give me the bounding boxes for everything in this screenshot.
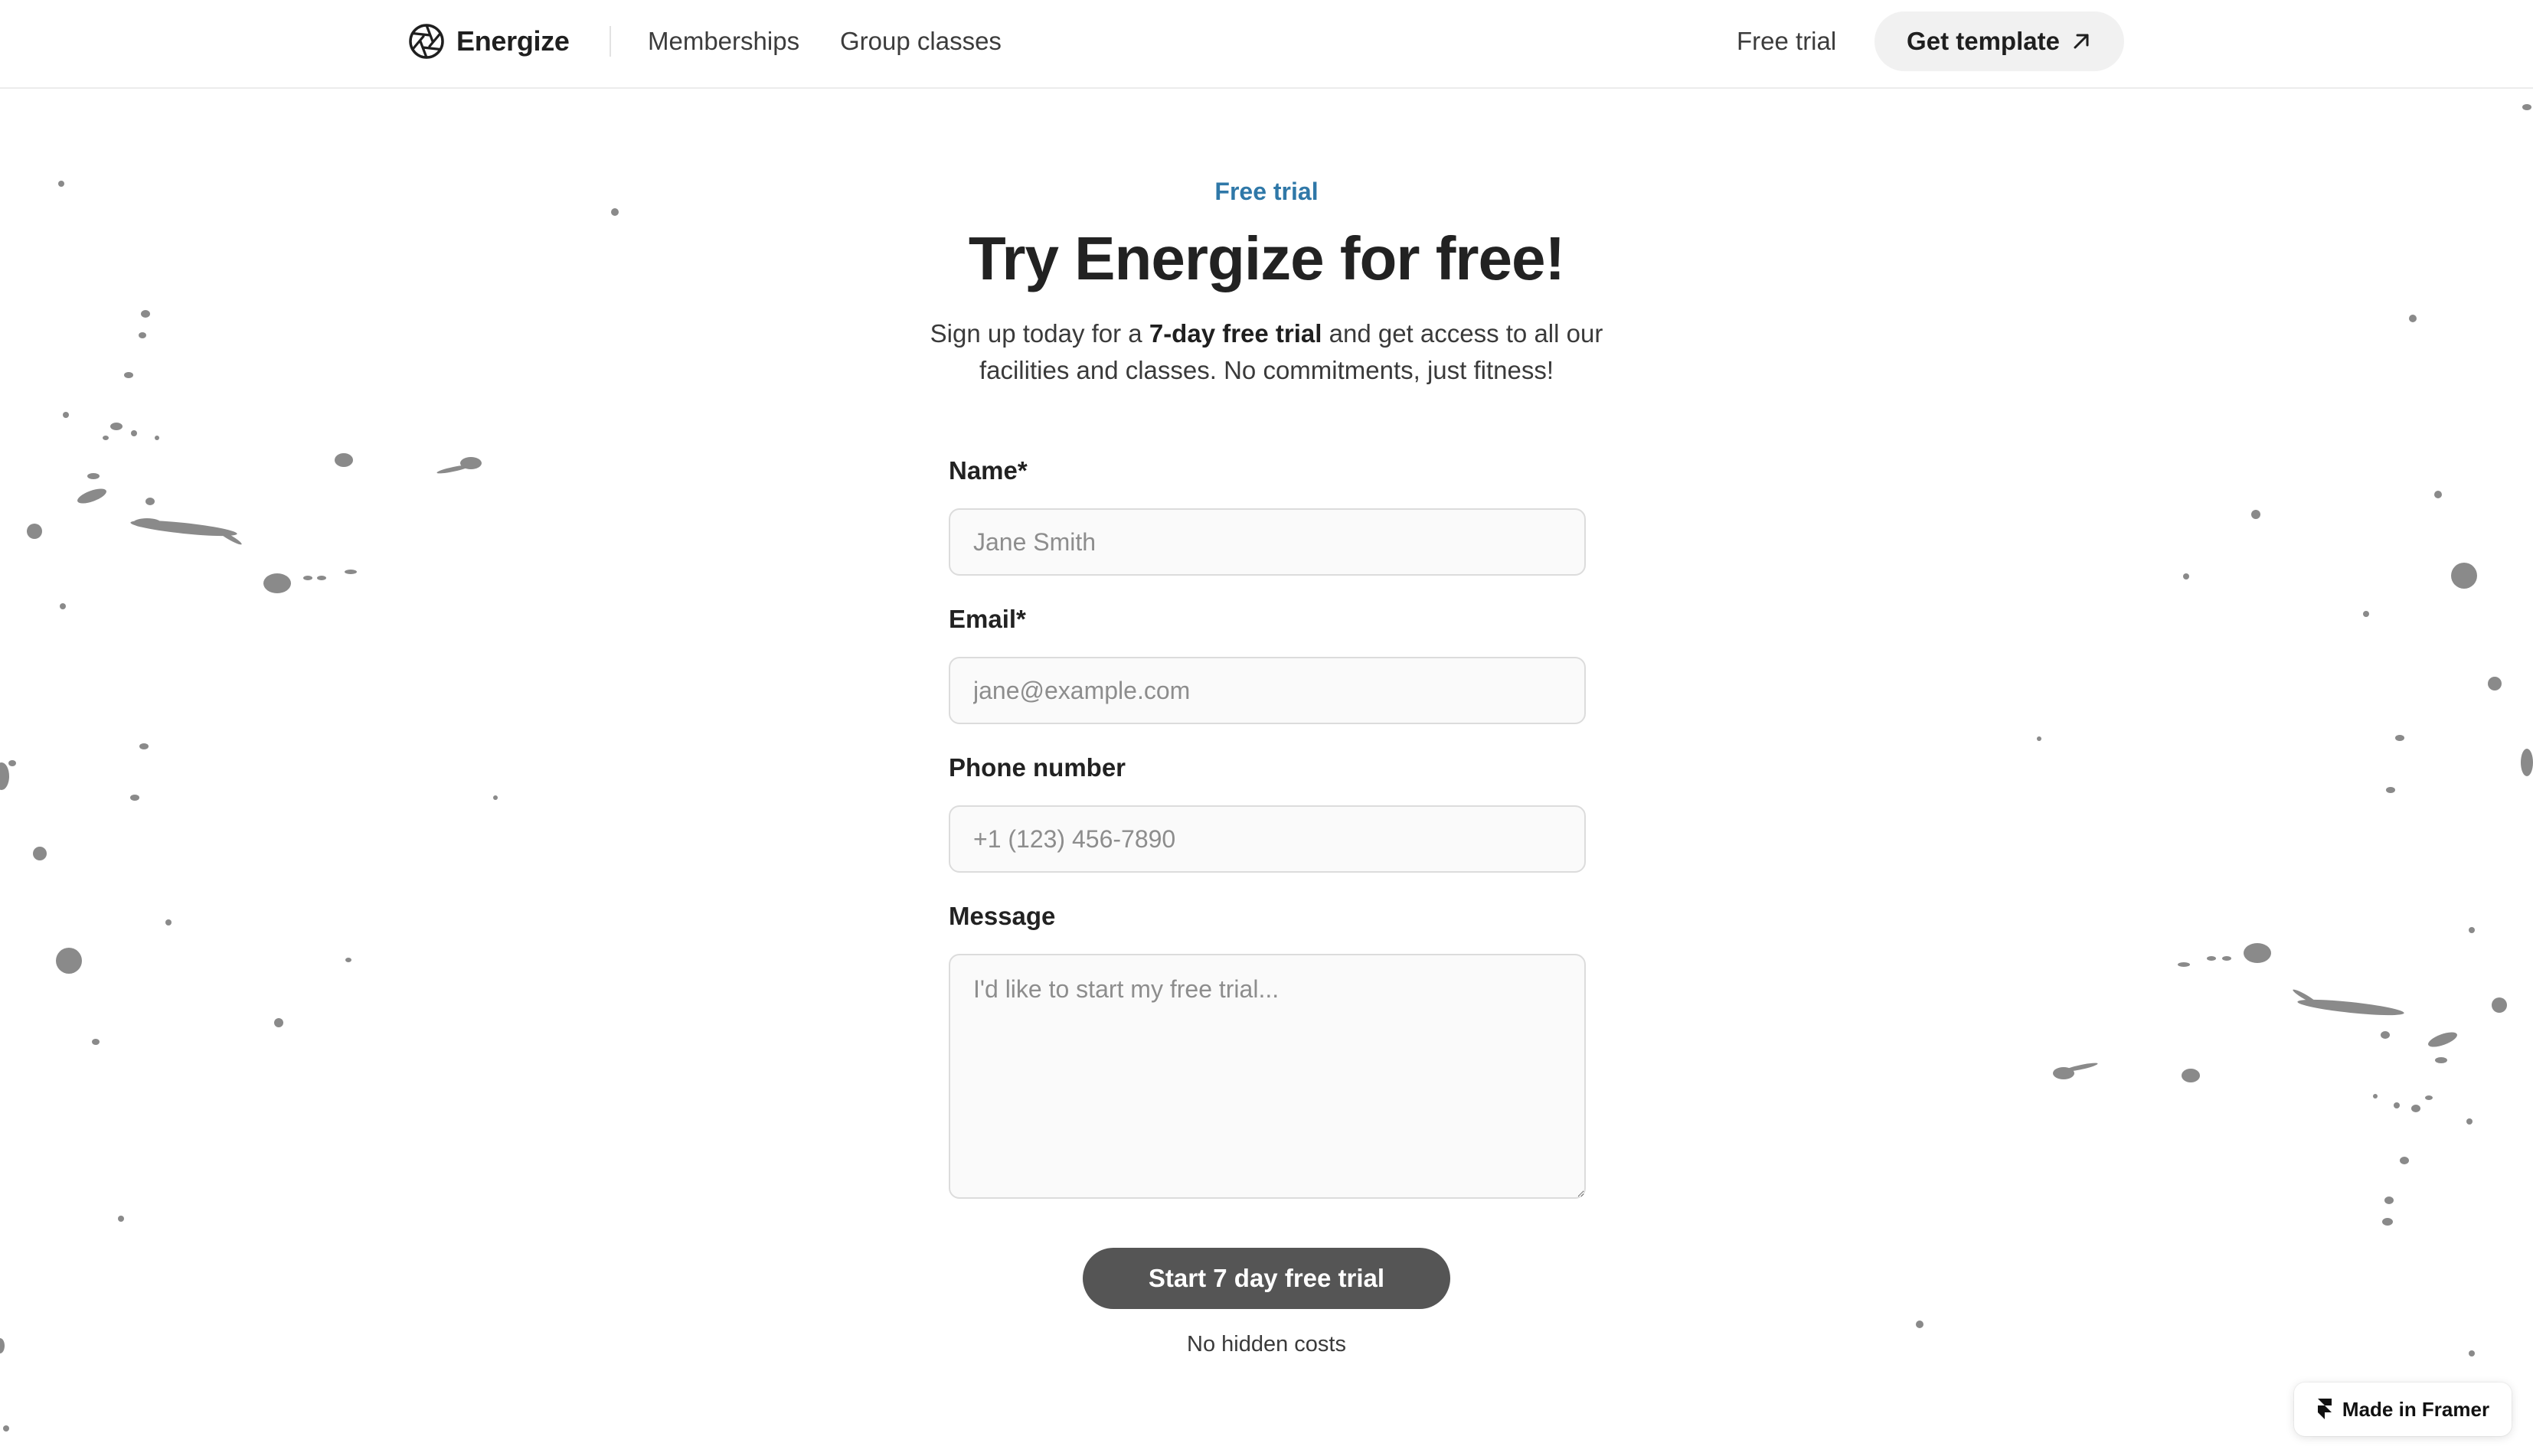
get-template-button[interactable]: Get template (1874, 11, 2124, 71)
email-input[interactable] (949, 657, 1586, 724)
framer-icon (2317, 1399, 2332, 1419)
header-divider (610, 26, 611, 57)
subtitle-highlight: 7-day free trial (1149, 319, 1322, 348)
subtitle-text-start: Sign up today for a (930, 319, 1149, 348)
nav-link-group-classes[interactable]: Group classes (840, 26, 1002, 57)
message-label: Message (949, 902, 1056, 930)
top-navigation-bar: Energize Memberships Group classes Free … (0, 0, 2533, 89)
get-template-label: Get template (1907, 27, 2060, 55)
nav-link-memberships[interactable]: Memberships (648, 26, 799, 57)
email-label: Email* (949, 605, 1026, 633)
name-label: Name* (949, 456, 1028, 485)
name-input[interactable] (949, 508, 1586, 576)
start-free-trial-button[interactable]: Start 7 day free trial (1083, 1248, 1450, 1309)
no-hidden-costs-note: No hidden costs (1187, 1332, 1346, 1356)
phone-input[interactable] (949, 805, 1586, 873)
arrow-up-right-icon (2074, 34, 2089, 49)
aperture-logo-icon (409, 24, 444, 59)
page-title: Try Energize for free! (968, 224, 1565, 292)
paint-splatter-background (0, 104, 2533, 1432)
made-in-framer-label: Made in Framer (2342, 1397, 2490, 1421)
made-in-framer-badge[interactable]: Made in Framer (2294, 1383, 2512, 1436)
phone-label: Phone number (949, 753, 1126, 782)
brand-name: Energize (456, 25, 570, 57)
message-textarea[interactable] (949, 954, 1586, 1199)
page-subtitle: Sign up today for a 7-day free trial and… (884, 315, 1649, 389)
brand-logo[interactable]: Energize (407, 20, 570, 63)
nav-link-free-trial[interactable]: Free trial (1737, 26, 1836, 57)
section-eyebrow: Free trial (1214, 178, 1319, 205)
